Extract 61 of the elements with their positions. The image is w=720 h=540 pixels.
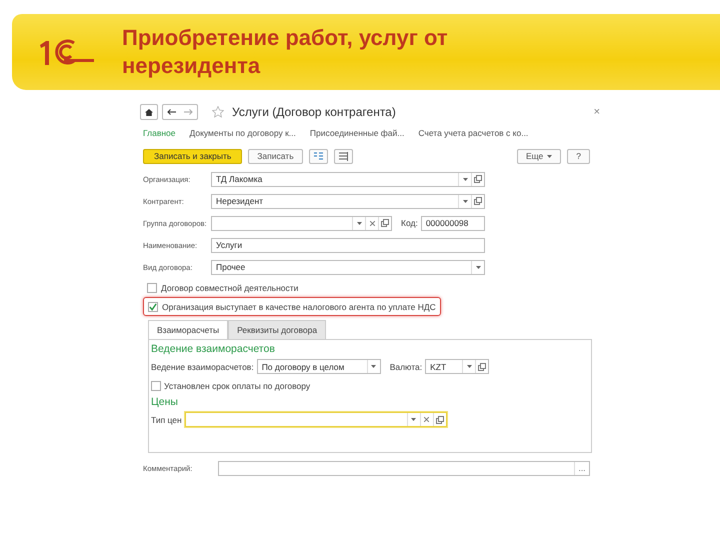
checkbox[interactable] — [147, 282, 157, 292]
tab[interactable]: Реквизиты договора — [228, 320, 326, 339]
menu-button[interactable] — [334, 148, 353, 164]
checkbox[interactable] — [151, 381, 161, 391]
select-field[interactable]: ТД Лакомка — [211, 172, 485, 186]
save-and-close-button[interactable]: Записать и закрыть — [143, 148, 242, 164]
slide-title: Приобретение работ, услуг от нерезидента — [122, 24, 449, 80]
caret-icon[interactable] — [466, 365, 472, 368]
logo-icon — [38, 39, 96, 65]
home-icon — [145, 108, 153, 116]
save-button[interactable]: Записать — [248, 148, 303, 164]
caret-icon[interactable] — [371, 365, 376, 368]
field-label: Ведение взаиморасчетов: — [151, 362, 254, 372]
caret-icon[interactable] — [462, 200, 468, 202]
tab[interactable]: Взаиморасчеты — [148, 320, 228, 339]
caret-icon[interactable] — [411, 418, 416, 421]
checkbox-label: Организация выступает в качестве налогового агента по уплате НДС — [162, 302, 436, 312]
history-buttons[interactable] — [162, 104, 198, 120]
select-field[interactable]: Нерезидент — [211, 194, 485, 208]
section-heading: Цены — [151, 396, 179, 410]
open-icon[interactable] — [381, 219, 389, 227]
select-field[interactable]: По договору в целом — [256, 359, 381, 374]
field-label: Валюта: — [390, 362, 422, 372]
help-button[interactable]: ? — [567, 148, 590, 164]
select-field[interactable] — [184, 412, 447, 427]
input-field[interactable]: 000000098 — [420, 216, 485, 230]
open-icon[interactable] — [474, 175, 482, 183]
menu-icon — [338, 152, 348, 160]
field-label: Код: — [401, 218, 418, 228]
home-button[interactable] — [140, 104, 158, 120]
clear-icon[interactable] — [370, 220, 374, 226]
back-icon[interactable] — [167, 109, 176, 115]
section-heading: Ведение взаиморасчетов — [151, 343, 276, 357]
clear-icon[interactable] — [424, 417, 430, 422]
caret-icon[interactable] — [462, 178, 468, 180]
caret-icon — [547, 154, 552, 158]
input-field[interactable]: ... — [218, 460, 590, 476]
checkbox-label: Договор совместной деятельности — [161, 282, 298, 292]
section-link[interactable]: Счета учета расчетов с ко... — [418, 128, 528, 138]
select-field[interactable]: KZT — [425, 359, 490, 374]
star-icon[interactable] — [212, 106, 224, 118]
open-icon[interactable] — [436, 416, 444, 424]
open-icon[interactable] — [474, 197, 482, 205]
input-field[interactable]: Услуги — [211, 238, 485, 252]
caret-icon[interactable] — [476, 266, 480, 268]
list-button[interactable] — [308, 148, 328, 164]
section-link[interactable]: Документы по договору к... — [189, 128, 296, 138]
more-button[interactable]: Еще — [516, 148, 562, 164]
window-title: Услуги (Договор контрагента) — [232, 105, 397, 119]
field-label: Тип цен — [151, 414, 182, 424]
checkbox[interactable] — [148, 302, 158, 312]
close-button[interactable]: × — [594, 106, 600, 118]
section-link[interactable]: Присоединенные фай... — [310, 128, 404, 138]
forward-icon[interactable] — [184, 109, 193, 115]
caret-icon[interactable] — [356, 222, 362, 224]
list-icon — [314, 152, 323, 160]
section-link[interactable]: Главное — [143, 128, 176, 138]
select-field[interactable]: Прочее — [211, 260, 485, 274]
checkbox-label: Установлен срок оплаты по договору — [164, 381, 310, 391]
open-icon[interactable] — [478, 362, 486, 370]
select-field[interactable] — [211, 216, 392, 230]
